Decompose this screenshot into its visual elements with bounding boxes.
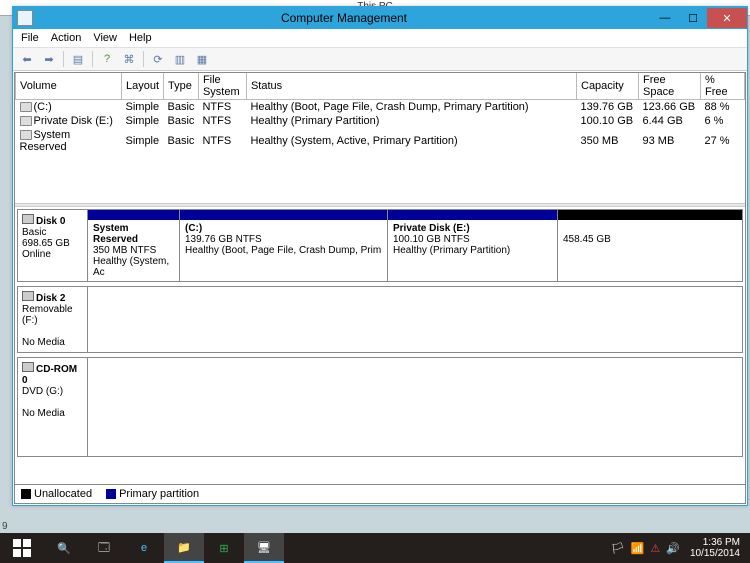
table-header-row: Volume Layout Type File System Status Ca… — [16, 73, 745, 100]
list-button[interactable]: ▥ — [170, 50, 190, 68]
disk-row-0[interactable]: Disk 0 Basic 698.65 GB Online System Res… — [17, 209, 743, 282]
disk-graphical-pane[interactable]: Disk 0 Basic 698.65 GB Online System Res… — [15, 207, 745, 484]
partition-area — [88, 287, 742, 352]
drive-icon — [20, 116, 32, 126]
volume-row[interactable]: (C:) SimpleBasic NTFSHealthy (Boot, Page… — [16, 100, 745, 115]
forward-button[interactable]: ➡ — [39, 50, 59, 68]
col-capacity[interactable]: Capacity — [577, 73, 639, 100]
partition-header — [180, 210, 387, 220]
task-view-icon: 🗔 — [98, 539, 110, 558]
menu-action[interactable]: Action — [51, 32, 82, 44]
content-area: Volume Layout Type File System Status Ca… — [14, 72, 746, 504]
store-icon: ⊞ — [219, 542, 228, 555]
properties-button[interactable]: ⌘ — [119, 50, 139, 68]
app-icon — [17, 10, 33, 26]
folder-icon: 📁 — [177, 541, 191, 554]
volume-table: Volume Layout Type File System Status Ca… — [15, 73, 745, 154]
disk-label[interactable]: CD-ROM 0 DVD (G:) No Media — [18, 358, 88, 456]
col-pctfree[interactable]: % Free — [701, 73, 745, 100]
mmc-button[interactable]: 🖥 — [244, 533, 284, 563]
col-layout[interactable]: Layout — [122, 73, 164, 100]
drive-icon — [20, 130, 32, 140]
toolbar: ⬅ ➡ ▤ ? ⌘ ⟳ ▥ ▦ — [13, 48, 747, 71]
partition-area — [88, 358, 742, 456]
window-title: Computer Management — [37, 11, 651, 25]
menubar: File Action View Help — [13, 29, 747, 48]
maximize-button[interactable]: ☐ — [679, 8, 707, 28]
volume-list-pane[interactable]: Volume Layout Type File System Status Ca… — [15, 73, 745, 203]
partition-unallocated[interactable]: 458.45 GB — [558, 210, 742, 281]
computer-management-window: Computer Management — ☐ ✕ File Action Vi… — [12, 6, 748, 506]
explorer-button[interactable]: 📁 — [164, 533, 204, 563]
partition-area: System Reserved350 MB NTFSHealthy (Syste… — [88, 210, 742, 281]
col-free[interactable]: Free Space — [639, 73, 701, 100]
partition-header — [558, 210, 742, 220]
task-view-button[interactable]: 🗔 — [84, 533, 124, 563]
volume-row[interactable]: System Reserved SimpleBasic NTFSHealthy … — [16, 128, 745, 154]
footer-number: 9 — [2, 521, 8, 532]
col-fs[interactable]: File System — [198, 73, 246, 100]
search-icon: 🔍 — [57, 542, 71, 555]
tray-volume-icon[interactable]: 🔊 — [666, 542, 680, 555]
volume-row[interactable]: Private Disk (E:) SimpleBasic NTFSHealth… — [16, 114, 745, 128]
col-status[interactable]: Status — [246, 73, 576, 100]
show-hide-tree-button[interactable]: ▤ — [68, 50, 88, 68]
partition-c[interactable]: (C:)139.76 GB NTFSHealthy (Boot, Page Fi… — [180, 210, 388, 281]
mmc-icon: 🖥 — [257, 541, 271, 554]
legend-unallocated-label: Unallocated — [34, 488, 92, 500]
help-button[interactable]: ? — [97, 50, 117, 68]
disk-row-2[interactable]: Disk 2 Removable (F:) No Media — [17, 286, 743, 353]
taskbar: 🔍 🗔 e 📁 ⊞ 🖥 🏳 📶 ⚠ 🔊 1:36 PM 10/15/2014 — [0, 533, 750, 563]
disk-label[interactable]: Disk 0 Basic 698.65 GB Online — [18, 210, 88, 281]
col-volume[interactable]: Volume — [16, 73, 122, 100]
detail-button[interactable]: ▦ — [192, 50, 212, 68]
partition-e[interactable]: Private Disk (E:)100.10 GB NTFSHealthy (… — [388, 210, 558, 281]
legend-primary-label: Primary partition — [119, 488, 199, 500]
store-button[interactable]: ⊞ — [204, 533, 244, 563]
titlebar[interactable]: Computer Management — ☐ ✕ — [13, 7, 747, 29]
ie-icon: e — [141, 542, 147, 554]
back-button[interactable]: ⬅ — [17, 50, 37, 68]
disk-row-cdrom[interactable]: CD-ROM 0 DVD (G:) No Media — [17, 357, 743, 457]
tray-clock[interactable]: 1:36 PM 10/15/2014 — [686, 537, 744, 559]
tray-flag-icon[interactable]: 🏳 — [611, 542, 625, 555]
close-button[interactable]: ✕ — [707, 8, 747, 28]
disk-icon — [22, 214, 34, 224]
cdrom-icon — [22, 362, 34, 372]
refresh-button[interactable]: ⟳ — [148, 50, 168, 68]
legend-unallocated-swatch — [21, 489, 31, 499]
disk-icon — [22, 291, 34, 301]
tray-network-icon[interactable]: 📶 — [631, 542, 645, 555]
minimize-button[interactable]: — — [651, 8, 679, 28]
partition-header — [88, 210, 179, 220]
menu-view[interactable]: View — [93, 32, 117, 44]
menu-help[interactable]: Help — [129, 32, 152, 44]
start-button[interactable] — [0, 533, 44, 563]
legend: Unallocated Primary partition — [15, 484, 745, 503]
disk-label[interactable]: Disk 2 Removable (F:) No Media — [18, 287, 88, 352]
ie-button[interactable]: e — [124, 533, 164, 563]
col-type[interactable]: Type — [164, 73, 199, 100]
legend-primary-swatch — [106, 489, 116, 499]
tray-action-icon[interactable]: ⚠ — [650, 542, 660, 555]
partition-system-reserved[interactable]: System Reserved350 MB NTFSHealthy (Syste… — [88, 210, 180, 281]
menu-file[interactable]: File — [21, 32, 39, 44]
partition-header — [388, 210, 557, 220]
drive-icon — [20, 102, 32, 112]
window-controls: — ☐ ✕ — [651, 8, 747, 28]
search-button[interactable]: 🔍 — [44, 533, 84, 563]
system-tray: 🏳 📶 ⚠ 🔊 1:36 PM 10/15/2014 — [605, 537, 750, 559]
